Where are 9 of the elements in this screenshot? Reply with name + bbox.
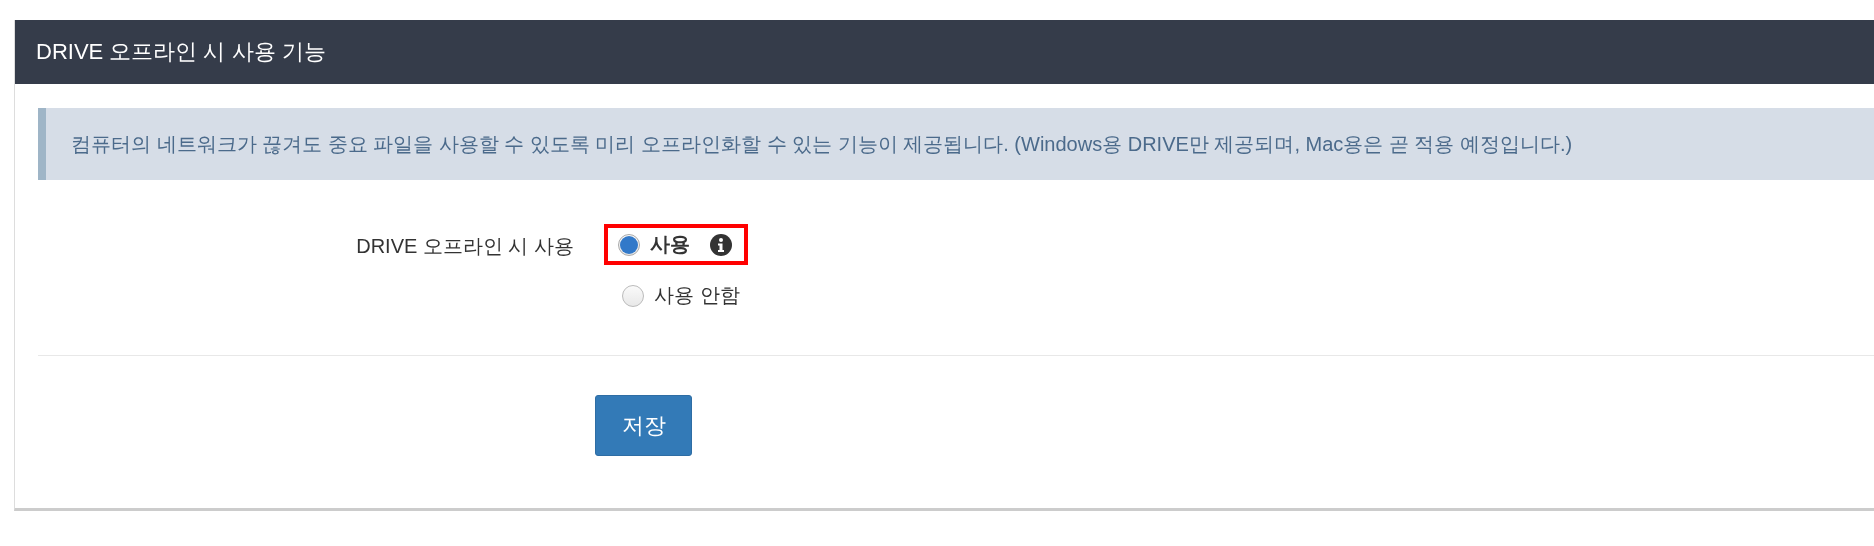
save-button[interactable]: 저장: [595, 395, 692, 456]
info-notice: 컴퓨터의 네트워크가 끊겨도 중요 파일을 사용할 수 있도록 미리 오프라인화할 수 있는 기능이 제공됩니다. (Windows용 DRIVE만 제공되며, Mac용은 곧 적용 예정입니다.): [38, 108, 1874, 180]
setting-label: DRIVE 오프라인 시 사용: [355, 234, 574, 259]
option-label: 사용 안함: [654, 283, 740, 308]
info-icon[interactable]: [710, 233, 732, 256]
panel-title: DRIVE 오프라인 시 사용 기능: [36, 38, 326, 66]
option-label: 사용: [650, 232, 690, 257]
radio-button[interactable]: [618, 233, 640, 256]
radio-button[interactable]: [622, 284, 644, 307]
